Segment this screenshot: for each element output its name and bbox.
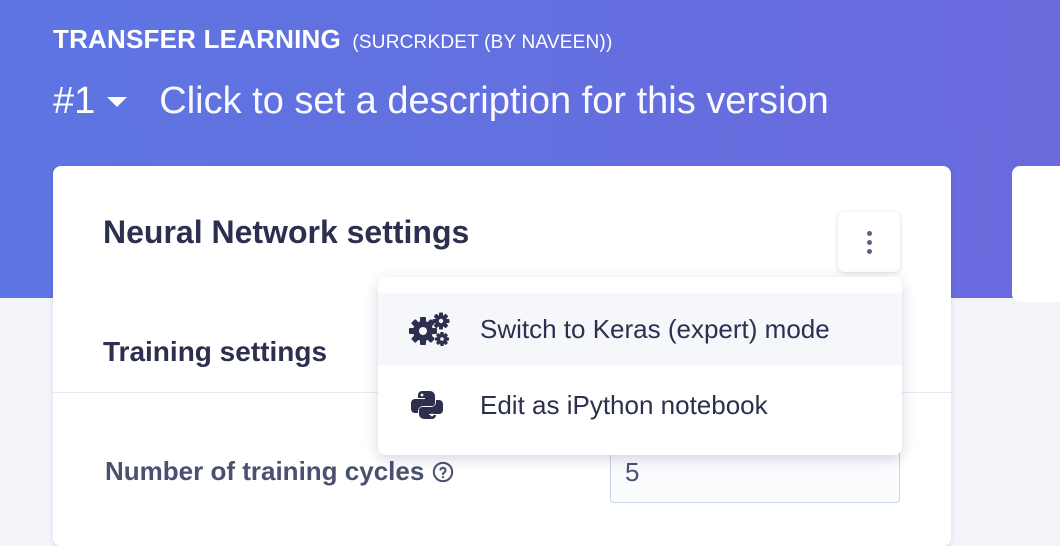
section-title: Training settings — [103, 336, 328, 367]
version-number[interactable]: #1 — [53, 80, 95, 123]
version-selector[interactable]: #1 Click to set a description for this v… — [53, 80, 829, 123]
side-card — [1012, 166, 1060, 302]
kebab-dot-icon — [866, 248, 872, 254]
version-description[interactable]: Click to set a description for this vers… — [159, 80, 829, 123]
caret-down-icon[interactable] — [107, 96, 128, 107]
help-icon[interactable] — [432, 461, 454, 483]
menu-item-keras-mode[interactable]: Switch to Keras (expert) mode — [378, 293, 902, 365]
training-cycles-label-text: Number of training cycles — [105, 456, 425, 486]
training-cycles-label: Number of training cycles — [105, 456, 454, 487]
options-dropdown-menu: Switch to Keras (expert) mode Edit as iP… — [378, 277, 902, 455]
block-subtitle: (SURCRKDET (BY NAVEEN)) — [352, 32, 613, 53]
menu-item-ipython-notebook[interactable]: Edit as iPython notebook — [378, 369, 902, 441]
gears-icon — [408, 311, 452, 347]
menu-item-label: Switch to Keras (expert) mode — [480, 313, 830, 344]
card-title: Neural Network settings — [103, 214, 470, 250]
python-icon — [408, 387, 452, 423]
block-title-text: TRANSFER LEARNING — [53, 24, 341, 54]
menu-item-label: Edit as iPython notebook — [480, 389, 768, 420]
more-options-button[interactable] — [838, 212, 900, 272]
kebab-dot-icon — [866, 239, 872, 245]
block-title: TRANSFER LEARNING (SURCRKDET (BY NAVEEN)… — [53, 24, 612, 55]
kebab-dot-icon — [866, 230, 872, 236]
